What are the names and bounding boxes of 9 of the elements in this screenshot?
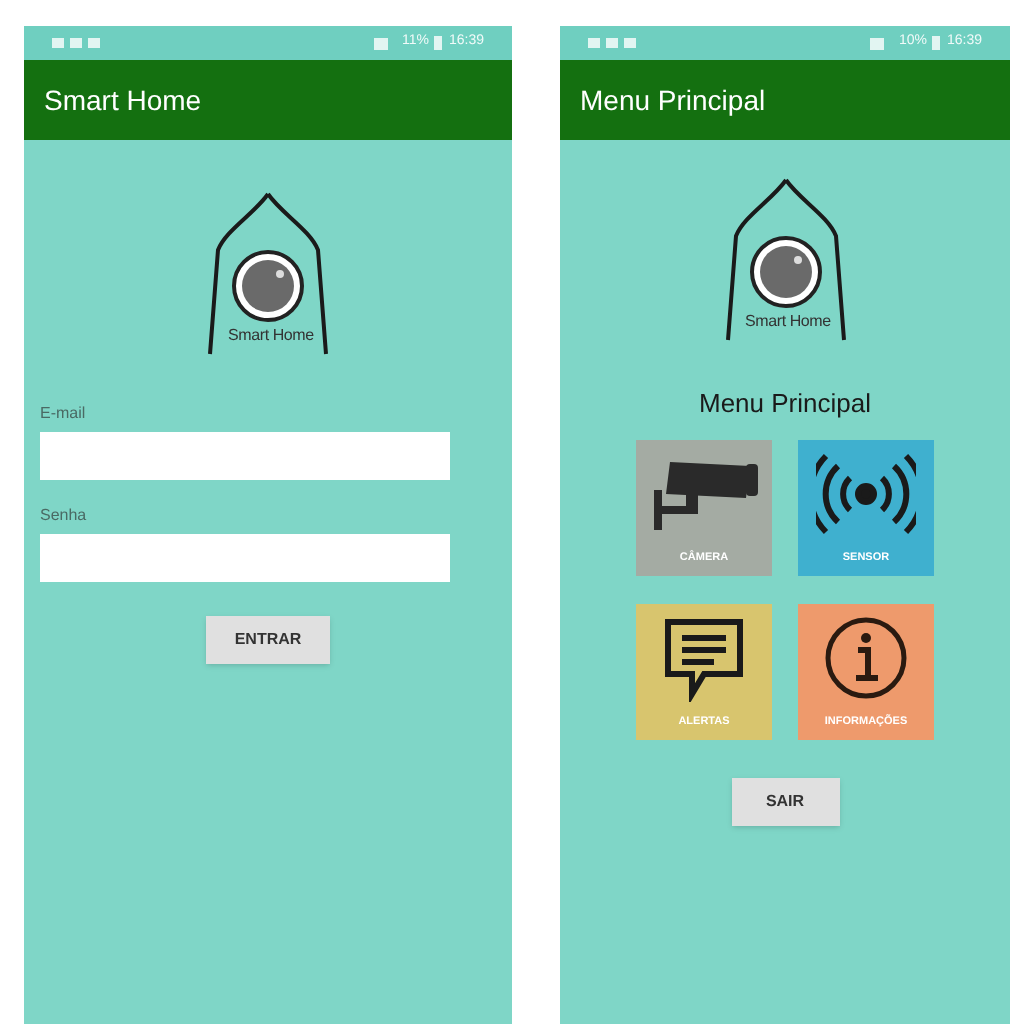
field-label: E-mail xyxy=(40,402,88,426)
enter-button[interactable]: ENTRAR xyxy=(206,616,330,664)
menu-heading: Menu Principal xyxy=(697,386,873,422)
app-title: Menu Principal xyxy=(580,81,766,120)
logo-text: Smart Home xyxy=(228,326,314,346)
logo-text: Smart Home xyxy=(745,312,831,332)
app-title: Smart Home xyxy=(44,81,202,119)
exit-button[interactable]: SAIR xyxy=(731,777,839,825)
field-label: Senha xyxy=(40,504,89,528)
